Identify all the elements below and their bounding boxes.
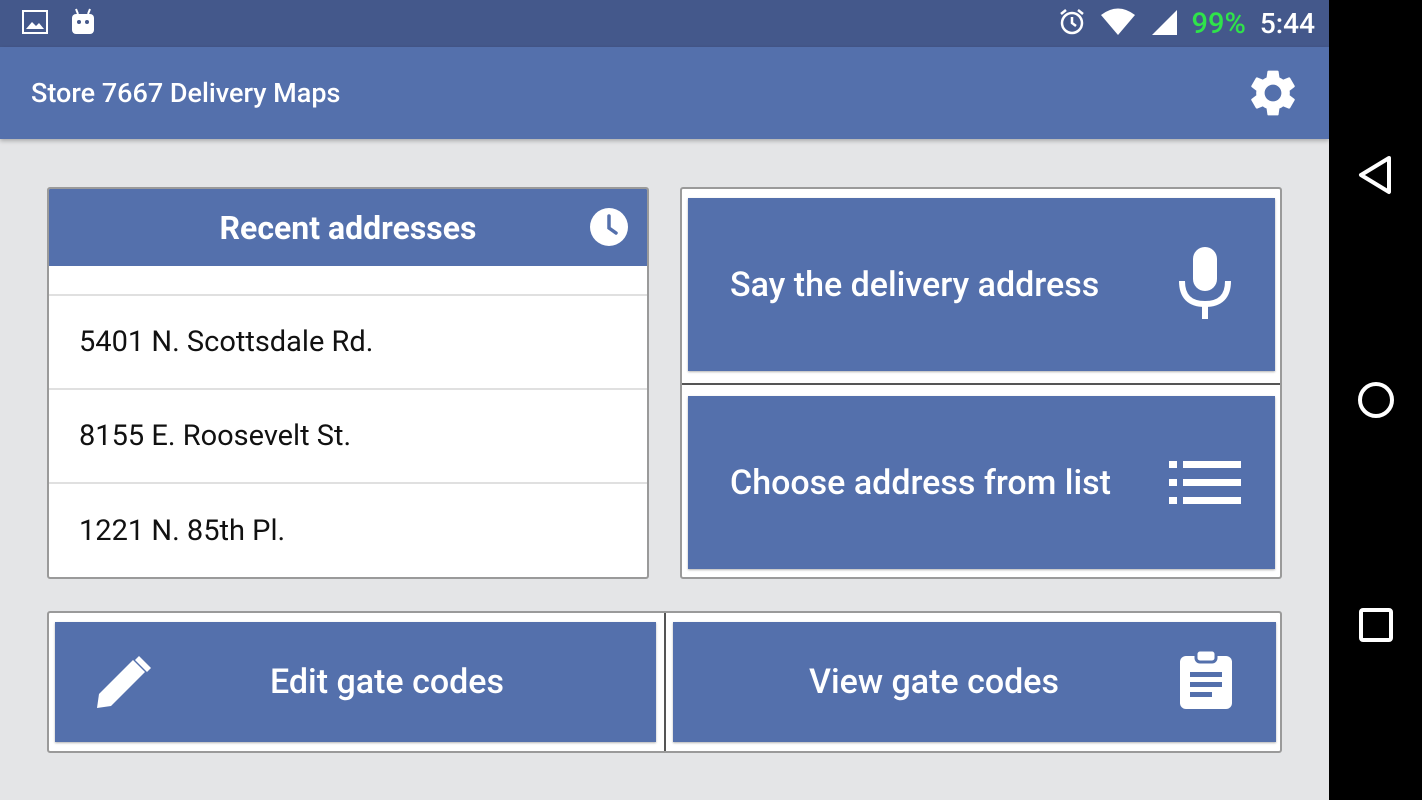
back-icon [1359, 156, 1391, 194]
microphone-icon [1176, 245, 1234, 330]
wifi-icon [1100, 8, 1136, 40]
alarm-icon [1058, 8, 1086, 40]
home-icon [1358, 382, 1394, 418]
gate-codes-divider [664, 613, 666, 751]
recent-address-text: 1221 N. 85th Pl. [79, 514, 286, 548]
recents-button[interactable] [1355, 604, 1397, 646]
actions-divider [682, 383, 1280, 385]
navigation-bar [1329, 0, 1422, 800]
recent-addresses-title: Recent addresses [219, 208, 477, 247]
recent-address-text: 8155 E. Roosevelt St. [79, 419, 352, 453]
recent-address-item[interactable]: 5401 N. Scottsdale Rd. [49, 296, 647, 390]
image-icon [22, 10, 48, 38]
gate-codes-card: Edit gate codes View gate codes [47, 611, 1282, 753]
back-button[interactable] [1355, 154, 1397, 196]
status-bar: 99% 5:44 [0, 0, 1329, 47]
view-gate-codes-button[interactable]: View gate codes [673, 622, 1276, 742]
recent-addresses-list[interactable]: 5401 N. Scottsdale Rd. 8155 E. Roosevelt… [49, 266, 647, 577]
android-icon [70, 8, 96, 40]
home-button[interactable] [1355, 379, 1397, 421]
recent-addresses-card: Recent addresses 5401 N. Scottsdale Rd. … [47, 187, 649, 579]
clock-time: 5:44 [1259, 7, 1315, 40]
gear-icon [1251, 70, 1295, 116]
view-gate-codes-label: View gate codes [809, 662, 1060, 702]
clipboard-icon [1179, 648, 1233, 719]
battery-percent: 99% [1191, 6, 1246, 41]
edit-gate-codes-label: Edit gate codes [270, 662, 504, 702]
settings-button[interactable] [1245, 65, 1301, 121]
choose-address-button[interactable]: Choose address from list [688, 396, 1275, 569]
app-title: Store 7667 Delivery Maps [31, 77, 341, 109]
recents-icon [1359, 608, 1393, 642]
recent-address-item[interactable]: 8155 E. Roosevelt St. [49, 390, 647, 484]
list-icon [1169, 461, 1241, 514]
choose-address-label: Choose address from list [730, 462, 1111, 503]
pencil-icon [95, 654, 151, 719]
signal-icon [1150, 8, 1178, 40]
say-address-label: Say the delivery address [730, 264, 1100, 305]
app-bar: Store 7667 Delivery Maps [0, 47, 1329, 139]
address-actions-card: Say the delivery address Choose address … [680, 187, 1282, 579]
edit-gate-codes-button[interactable]: Edit gate codes [55, 622, 656, 742]
say-address-button[interactable]: Say the delivery address [688, 198, 1275, 371]
list-spacer [49, 266, 647, 296]
clock-icon [589, 207, 629, 247]
recent-address-text: 5401 N. Scottsdale Rd. [79, 325, 374, 359]
recent-addresses-header: Recent addresses [49, 189, 647, 266]
recent-address-item[interactable]: 1221 N. 85th Pl. [49, 484, 647, 577]
